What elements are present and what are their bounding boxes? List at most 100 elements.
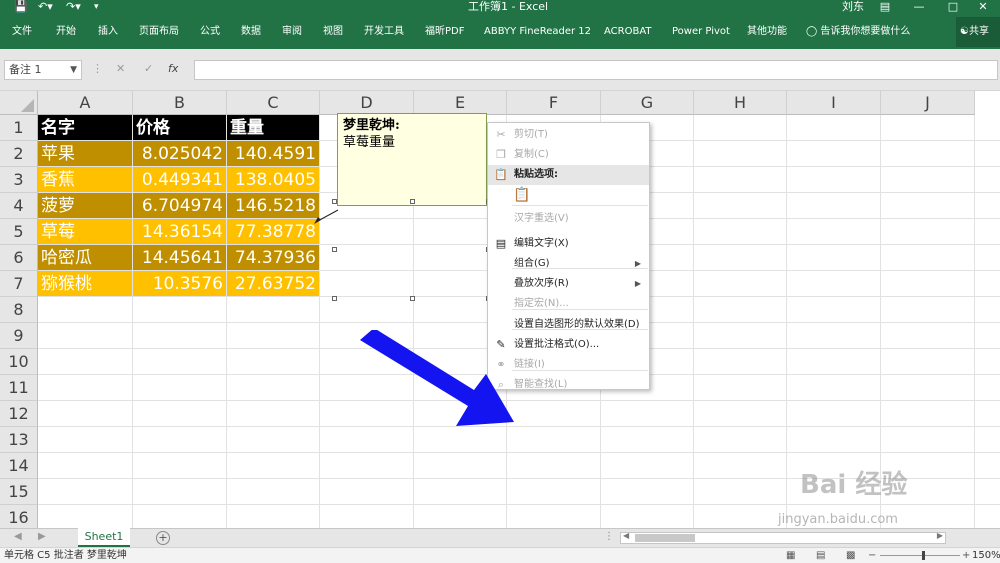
customize-toolbar-icon[interactable]: ▾ — [94, 0, 99, 14]
column-header-B[interactable]: B — [133, 91, 227, 115]
row-header-13[interactable]: 13 — [0, 427, 38, 453]
row-header-7[interactable]: 7 — [0, 271, 38, 297]
cell-A2[interactable]: 苹果 — [38, 141, 133, 167]
zoom-slider-thumb[interactable] — [922, 551, 925, 560]
column-header-H[interactable]: H — [694, 91, 787, 115]
tab-power-pivot[interactable]: Power Pivot — [672, 25, 730, 39]
tab-data[interactable]: 数据 — [241, 25, 261, 39]
cell-B3[interactable]: 0.449341 — [133, 167, 227, 193]
resize-handle-nw[interactable] — [332, 199, 337, 204]
row-header-10[interactable]: 10 — [0, 349, 38, 375]
select-all-corner[interactable] — [0, 91, 38, 115]
resize-handle-w[interactable] — [332, 247, 337, 252]
tab-formulas[interactable]: 公式 — [200, 25, 220, 39]
tab-developer[interactable]: 开发工具 — [364, 25, 404, 39]
enter-icon[interactable]: ✓ — [144, 62, 153, 75]
cell-B2[interactable]: 8.025042 — [133, 141, 227, 167]
sheet-tab-sheet1[interactable]: Sheet1 — [78, 528, 130, 547]
resize-handle-sw[interactable] — [332, 296, 337, 301]
row-header-15[interactable]: 15 — [0, 479, 38, 505]
cell-A6[interactable]: 哈密瓜 — [38, 245, 133, 271]
tab-other[interactable]: 其他功能 — [747, 25, 787, 39]
row-header-1[interactable]: 1 — [0, 115, 38, 141]
column-header-A[interactable]: A — [38, 91, 133, 115]
menu-item-4[interactable]: ▤ 编辑文字(X) — [488, 234, 649, 254]
page-layout-view-icon[interactable]: ▤ — [816, 548, 825, 563]
minimize-icon[interactable]: — — [902, 0, 936, 14]
row-header-12[interactable]: 12 — [0, 401, 38, 427]
ribbon-display-icon[interactable]: ▤ — [868, 0, 902, 14]
tab-home[interactable]: 开始 — [56, 25, 76, 39]
undo-icon[interactable]: ↶▾ — [38, 0, 53, 14]
restore-icon[interactable]: □ — [936, 0, 970, 14]
menu-item-6[interactable]: 叠放次序(R) ▶ — [488, 274, 649, 294]
cell-C4[interactable]: 146.5218 — [227, 193, 320, 219]
row-header-3[interactable]: 3 — [0, 167, 38, 193]
insert-function-button[interactable]: fx — [168, 62, 178, 75]
cell-B1[interactable]: 价格 — [133, 115, 227, 141]
cell-C7[interactable]: 27.63752 — [227, 271, 320, 297]
scroll-right-icon[interactable]: ▶ — [38, 531, 46, 542]
menu-item-2[interactable]: 📋 粘贴选项: — [488, 165, 649, 185]
column-header-F[interactable]: F — [507, 91, 601, 115]
menu-item-5[interactable]: 组合(G) ▶ — [488, 254, 649, 274]
zoom-in-icon[interactable]: + — [962, 548, 970, 563]
page-break-view-icon[interactable]: ▩ — [846, 548, 855, 563]
cell-C1[interactable]: 重量 — [227, 115, 320, 141]
tab-file[interactable]: 文件 — [12, 25, 32, 39]
share-button[interactable]: ☯共享 — [956, 17, 1000, 47]
column-header-J[interactable]: J — [881, 91, 975, 115]
column-header-D[interactable]: D — [320, 91, 414, 115]
cell-B5[interactable]: 14.36154 — [133, 219, 227, 245]
row-header-6[interactable]: 6 — [0, 245, 38, 271]
user-name[interactable]: 刘东 — [842, 0, 864, 14]
comment-box[interactable]: 梦里乾坤: 草莓重量 — [337, 113, 487, 206]
tell-me-box[interactable]: ◯ 告诉我你想要做什么 — [806, 25, 910, 39]
row-header-5[interactable]: 5 — [0, 219, 38, 245]
scroll-left-icon[interactable]: ◀ — [14, 531, 22, 542]
tab-acrobat[interactable]: ACROBAT — [604, 25, 652, 39]
menu-item-1[interactable]: ❐ 复制(C) — [488, 145, 649, 165]
row-header-9[interactable]: 9 — [0, 323, 38, 349]
cell-A3[interactable]: 香蕉 — [38, 167, 133, 193]
paste-option-keep-icon[interactable]: 📋 — [512, 185, 532, 205]
row-header-2[interactable]: 2 — [0, 141, 38, 167]
cell-B7[interactable]: 10.3576 — [133, 271, 227, 297]
column-header-G[interactable]: G — [601, 91, 694, 115]
cancel-icon[interactable]: ✕ — [116, 62, 125, 75]
zoom-slider[interactable] — [880, 555, 960, 556]
zoom-out-icon[interactable]: − — [868, 548, 876, 563]
cell-A5[interactable]: 草莓 — [38, 219, 133, 245]
tab-insert[interactable]: 插入 — [98, 25, 118, 39]
cell-B6[interactable]: 14.45641 — [133, 245, 227, 271]
row-header-11[interactable]: 11 — [0, 375, 38, 401]
cell-C2[interactable]: 140.4591 — [227, 141, 320, 167]
menu-item-7[interactable]: 指定宏(N)... — [488, 294, 649, 314]
tab-page-layout[interactable]: 页面布局 — [139, 25, 179, 39]
tab-review[interactable]: 审阅 — [282, 25, 302, 39]
tab-foxit-pdf[interactable]: 福昕PDF — [425, 25, 464, 39]
name-box[interactable]: 备注 1 ▼ — [4, 60, 82, 80]
resize-handle-n[interactable] — [410, 199, 415, 204]
cell-C6[interactable]: 74.37936 — [227, 245, 320, 271]
cell-A7[interactable]: 猕猴桃 — [38, 271, 133, 297]
row-header-8[interactable]: 8 — [0, 297, 38, 323]
row-header-4[interactable]: 4 — [0, 193, 38, 219]
row-header-14[interactable]: 14 — [0, 453, 38, 479]
save-icon[interactable]: 💾 — [14, 0, 28, 14]
formula-input[interactable] — [194, 60, 998, 80]
zoom-level[interactable]: 150% — [972, 548, 1000, 563]
redo-icon[interactable]: ↷▾ — [66, 0, 81, 14]
cell-C3[interactable]: 138.0405 — [227, 167, 320, 193]
menu-item-0[interactable]: ✂ 剪切(T) — [488, 125, 649, 145]
tab-splitter-icon[interactable]: ⋮ — [604, 531, 614, 542]
scroll-left-arrow-icon[interactable]: ◀ — [623, 531, 629, 540]
column-header-C[interactable]: C — [227, 91, 320, 115]
menu-item-3[interactable]: 汉字重选(V) — [488, 209, 649, 229]
scrollbar-thumb[interactable] — [635, 534, 695, 542]
row-header-16[interactable]: 16 — [0, 505, 38, 528]
cell-C5[interactable]: 77.38778 — [227, 219, 320, 245]
close-icon[interactable]: ✕ — [966, 0, 1000, 14]
column-header-E[interactable]: E — [414, 91, 507, 115]
column-header-I[interactable]: I — [787, 91, 881, 115]
